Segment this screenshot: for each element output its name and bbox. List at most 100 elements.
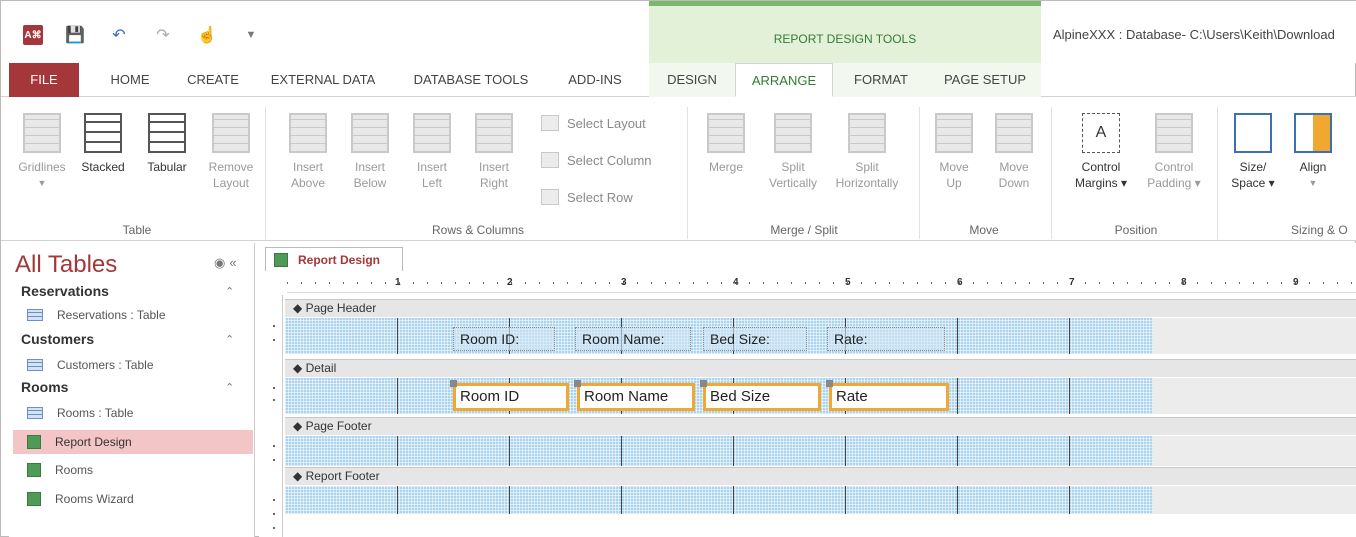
control-margins-button[interactable]: A Control Margins ▾	[1065, 113, 1137, 191]
tab-create[interactable]: CREATE	[173, 63, 253, 97]
nav-item-rooms-table[interactable]: Rooms : Table	[13, 401, 253, 425]
insert-below-button[interactable]: Insert Below	[343, 113, 397, 191]
tab-home[interactable]: HOME	[97, 63, 163, 97]
size-space-button[interactable]: Size/Space ▾	[1227, 113, 1279, 191]
split-horizontally-icon	[848, 113, 886, 153]
access-window: A⌘ 💾 ↶ ↷ ☝ ▼ REPORT DESIGN TOOLS AlpineX…	[0, 0, 1356, 537]
insert-right-button[interactable]: Insert Right	[467, 113, 521, 191]
section-bar-page-header[interactable]: ◆ Page Header	[285, 299, 1356, 317]
nav-item-rooms-report[interactable]: Rooms	[13, 458, 253, 482]
gridlines-button[interactable]: Gridlines ▼	[17, 113, 67, 191]
report-icon	[27, 492, 41, 506]
tab-format[interactable]: FORMAT	[833, 63, 929, 97]
control-padding-button[interactable]: Control Padding ▾	[1141, 113, 1207, 191]
tabular-button[interactable]: Tabular	[139, 113, 195, 175]
page-footer-band[interactable]	[285, 436, 1153, 466]
ruler-ticks	[287, 282, 1356, 284]
nav-item-report-design[interactable]: Report Design	[13, 430, 253, 454]
remove-layout-icon	[212, 113, 250, 153]
nav-group-customers[interactable]: Customers	[21, 331, 94, 347]
nav-item-customers-table[interactable]: Customers : Table	[13, 353, 253, 377]
insert-above-icon	[289, 113, 327, 153]
tabular-icon	[148, 113, 186, 153]
section-bar-report-footer[interactable]: ◆ Report Footer	[285, 467, 1356, 485]
document-tab-report-design[interactable]: Report Design	[265, 247, 404, 271]
tab-external-data[interactable]: EXTERNAL DATA	[263, 63, 383, 97]
tab-arrange[interactable]: ARRANGE	[735, 63, 833, 97]
remove-layout-button[interactable]: Remove Layout	[203, 113, 259, 191]
nav-item-rooms-wizard[interactable]: Rooms Wizard	[13, 487, 253, 511]
nav-group-reservations[interactable]: Reservations	[21, 283, 109, 299]
report-footer-band-empty	[1153, 486, 1356, 514]
split-vertically-icon	[774, 113, 812, 153]
vertical-ruler	[265, 295, 283, 537]
nav-collapse-controls[interactable]: ◉«	[214, 255, 241, 271]
align-button[interactable]: Align ▼	[1287, 113, 1339, 191]
tab-file[interactable]: FILE	[9, 63, 79, 97]
group-label-move: Move	[969, 223, 999, 237]
group-label-sizing: Sizing & O	[1291, 223, 1348, 237]
page-footer-band-empty	[1153, 436, 1356, 466]
header-label-room-id[interactable]: Room ID:	[453, 327, 555, 351]
context-tab-group: REPORT DESIGN TOOLS	[649, 1, 1041, 63]
report-icon	[27, 463, 41, 477]
merge-button[interactable]: Merge	[701, 113, 751, 175]
collapse-chevron-icon[interactable]: ⌃	[225, 381, 234, 394]
table-icon	[27, 309, 43, 321]
access-logo-icon: A⌘	[23, 25, 43, 45]
split-vertically-button[interactable]: Split Vertically	[761, 113, 825, 191]
size-space-icon	[1234, 113, 1272, 153]
ruler-mark: 8	[1181, 277, 1187, 288]
report-icon	[274, 252, 288, 267]
move-down-button[interactable]: Move Down	[991, 113, 1037, 191]
section-bar-detail[interactable]: ◆ Detail	[285, 359, 1356, 377]
collapse-chevron-icon[interactable]: ⌃	[225, 333, 234, 346]
stacked-button[interactable]: Stacked	[75, 113, 131, 175]
save-icon[interactable]: 💾	[63, 23, 87, 47]
move-down-icon	[995, 113, 1033, 153]
nav-title[interactable]: All Tables	[15, 251, 117, 279]
select-layout-button[interactable]: Select Layout	[541, 115, 646, 131]
split-horizontally-button[interactable]: Split Horizontally	[827, 113, 907, 191]
tab-design[interactable]: DESIGN	[649, 63, 735, 97]
merge-icon	[707, 113, 745, 153]
report-icon	[27, 435, 41, 449]
select-row-button[interactable]: Select Row	[541, 189, 633, 205]
detail-field-bed-size[interactable]: Bed Size	[700, 380, 821, 411]
insert-left-icon	[413, 113, 451, 153]
select-column-button[interactable]: Select Column	[541, 152, 652, 168]
collapse-chevron-icon[interactable]: ⌃	[225, 285, 234, 298]
section-bar-page-footer[interactable]: ◆ Page Footer	[285, 417, 1356, 435]
report-footer-band[interactable]	[285, 486, 1153, 514]
select-column-icon	[541, 152, 559, 168]
group-separator	[687, 107, 688, 239]
detail-field-room-id[interactable]: Room ID	[450, 380, 569, 411]
nav-item-reservations-table[interactable]: Reservations : Table	[13, 303, 253, 327]
ruler-mark: 7	[1069, 277, 1075, 288]
control-margins-icon: A	[1082, 113, 1120, 153]
group-separator	[1217, 107, 1218, 239]
undo-icon[interactable]: ↶	[107, 23, 131, 47]
context-group-label: REPORT DESIGN TOOLS	[773, 32, 917, 46]
touch-mode-icon[interactable]: ☝	[195, 23, 219, 47]
detail-field-rate[interactable]: Rate	[826, 380, 949, 411]
header-label-rate[interactable]: Rate:	[827, 327, 945, 351]
detail-field-room-name[interactable]: Room Name	[574, 380, 695, 411]
header-label-room-name[interactable]: Room Name:	[575, 327, 691, 351]
table-icon	[27, 359, 43, 371]
detail-band-empty	[1153, 378, 1356, 414]
ruler-mark: 6	[957, 277, 963, 288]
insert-above-button[interactable]: Insert Above	[281, 113, 335, 191]
redo-icon[interactable]: ↷	[151, 23, 175, 47]
tab-page-setup[interactable]: PAGE SETUP	[929, 63, 1041, 97]
customize-icon[interactable]: ▼	[239, 23, 263, 47]
header-label-bed-size[interactable]: Bed Size:	[703, 327, 807, 351]
ruler-mark: 2	[507, 277, 513, 288]
move-up-button[interactable]: Move Up	[931, 113, 977, 191]
tab-database-tools[interactable]: DATABASE TOOLS	[401, 63, 541, 97]
report-design-view: Report Design 1 2 3 4 5 6 7 8 9 ◆ Page H…	[259, 243, 1356, 537]
quick-access-toolbar: A⌘ 💾 ↶ ↷ ☝ ▼	[23, 23, 263, 47]
tab-add-ins[interactable]: ADD-INS	[553, 63, 637, 97]
insert-left-button[interactable]: Insert Left	[405, 113, 459, 191]
nav-group-rooms[interactable]: Rooms	[21, 379, 68, 395]
